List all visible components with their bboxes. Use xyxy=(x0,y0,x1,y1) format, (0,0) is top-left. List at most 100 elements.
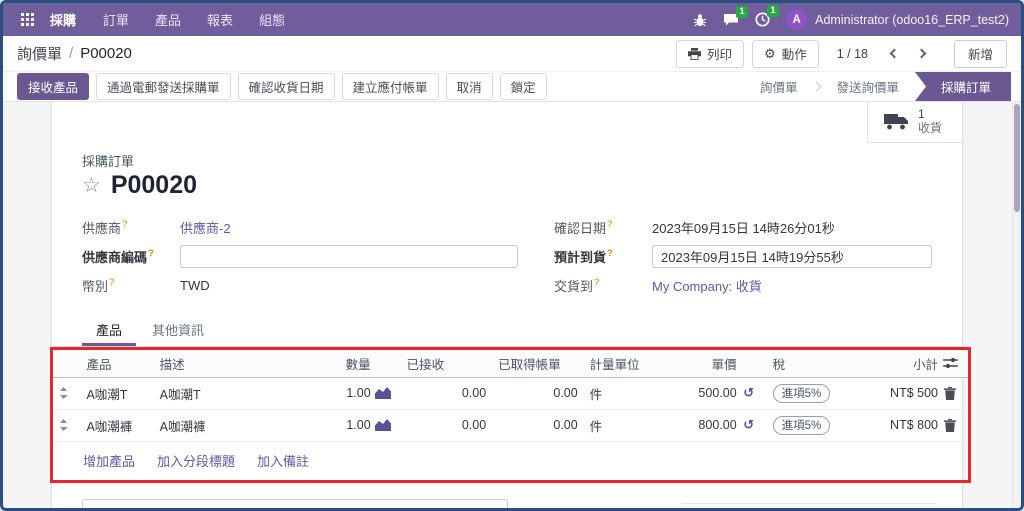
create-bill-button[interactable]: 建立應付帳單 xyxy=(341,73,439,100)
receive-products-button[interactable]: 接收產品 xyxy=(17,73,90,100)
user-label: Administrator (odoo16_ERP_test2) xyxy=(815,12,1009,27)
cell-uom[interactable]: 件 xyxy=(583,377,657,410)
planned-date-input[interactable] xyxy=(652,244,932,268)
forecast-chart-icon[interactable] xyxy=(371,387,395,400)
pager-next-icon[interactable] xyxy=(912,43,934,65)
confirm-receipt-date-button[interactable]: 確認收貨日期 xyxy=(237,73,335,100)
receipt-label: 收貨 xyxy=(917,120,942,135)
table-row[interactable]: A咖潮褲 A咖潮褲 1.00 0.00 0.00 件 800.00 進項5% N… xyxy=(53,409,968,442)
breadcrumb-separator: / xyxy=(69,45,74,62)
header-quantity[interactable]: 數量 xyxy=(290,349,401,378)
cell-unit-price[interactable]: 800.00 xyxy=(656,409,767,442)
scrollbar-thumb[interactable] xyxy=(1014,104,1020,212)
messages-icon[interactable]: 1 xyxy=(723,5,749,27)
apps-grid-icon[interactable] xyxy=(15,13,40,26)
app-menu-purchase[interactable]: 採購 xyxy=(40,10,90,29)
header-unit-price[interactable]: 單價 xyxy=(656,349,767,378)
delete-line-icon[interactable] xyxy=(938,386,962,400)
top-navbar: 採購 訂單 產品 報表 組態 1 1 A Administrator (odoo… xyxy=(3,3,1021,36)
cell-taxes[interactable]: 進項5% xyxy=(766,377,849,410)
delete-line-icon[interactable] xyxy=(938,418,962,432)
pager-previous-icon[interactable] xyxy=(882,43,904,65)
currency-value[interactable]: TWD xyxy=(180,278,210,293)
vendor-ref-label: 供應商編碼? xyxy=(82,248,154,265)
document-type-label: 採購訂單 xyxy=(82,153,135,169)
tax-tag[interactable]: 進項5% xyxy=(772,415,831,435)
table-row[interactable]: A咖潮T A咖潮T 1.00 0.00 0.00 件 500.00 進項5% N… xyxy=(53,377,968,410)
lock-button[interactable]: 鎖定 xyxy=(499,73,547,100)
tax-tag[interactable]: 進項5% xyxy=(772,383,831,403)
drag-handle-icon[interactable] xyxy=(59,387,74,400)
drag-handle-icon[interactable] xyxy=(59,419,74,432)
add-section-link[interactable]: 加入分段標題 xyxy=(157,451,235,470)
add-product-link[interactable]: 增加產品 xyxy=(83,451,135,470)
pager-value: 1 / 18 xyxy=(836,46,868,61)
terms-conditions-textarea[interactable] xyxy=(82,498,508,508)
right-field-group: 確認日期? 2023年09月15日 14時26分01秒 預計到貨? 交貨到? M… xyxy=(554,213,932,300)
confirm-date-value: 2023年09月15日 14時26分01秒 xyxy=(652,220,835,236)
activities-clock-icon[interactable]: 1 xyxy=(755,5,780,27)
breadcrumb-parent-link[interactable]: 詢價單 xyxy=(17,43,62,64)
cell-quantity[interactable]: 1.00 xyxy=(290,409,401,442)
cell-product[interactable]: A咖潮T xyxy=(80,377,154,410)
annotation-red-rectangle: 產品 描述 數量 已接收 已取得帳單 計量單位 單價 稅 小計 A咖潮T A咖潮… xyxy=(50,346,971,483)
action-label: 動作 xyxy=(781,48,807,62)
vendor-label: 供應商? xyxy=(82,219,128,236)
add-note-link[interactable]: 加入備註 xyxy=(257,451,309,470)
header-subtotal[interactable]: 小計 xyxy=(849,349,968,378)
vertical-scrollbar[interactable] xyxy=(1012,102,1021,508)
cell-billed[interactable]: 0.00 xyxy=(492,377,584,410)
step-purchase-order[interactable]: 採購訂單 xyxy=(914,72,1011,101)
price-history-icon[interactable] xyxy=(737,417,761,433)
cell-received[interactable]: 0.00 xyxy=(400,409,493,442)
cell-subtotal[interactable]: NT$ 800 xyxy=(849,409,968,442)
tab-other-info[interactable]: 其他資訊 xyxy=(138,314,218,346)
cancel-button[interactable]: 取消 xyxy=(445,73,493,100)
cell-billed[interactable]: 0.00 xyxy=(492,409,584,442)
totals-block: 未含稅金額: NT$ 1,300 營業稅: NT$ 65 xyxy=(681,502,936,508)
cell-uom[interactable]: 件 xyxy=(583,409,657,442)
cell-product[interactable]: A咖潮褲 xyxy=(80,409,154,442)
control-panel: 詢價單 / P00020 列印 動作 1 / 18 新增 xyxy=(3,36,1021,71)
header-uom[interactable]: 計量單位 xyxy=(583,349,657,378)
user-menu[interactable]: A Administrator (odoo16_ERP_test2) xyxy=(786,9,1009,30)
price-history-icon[interactable] xyxy=(737,385,761,401)
cell-taxes[interactable]: 進項5% xyxy=(766,409,849,442)
action-button[interactable]: 動作 xyxy=(752,39,819,68)
menu-orders[interactable]: 訂單 xyxy=(90,10,142,29)
step-rfq[interactable]: 詢價單 xyxy=(744,72,814,101)
vendor-value-link[interactable]: 供應商-2 xyxy=(180,218,231,237)
cell-description[interactable]: A咖潮T xyxy=(153,377,291,410)
tab-products[interactable]: 產品 xyxy=(82,314,137,346)
help-marker: ? xyxy=(109,277,115,289)
vendor-ref-input[interactable] xyxy=(180,244,518,268)
cell-quantity[interactable]: 1.00 xyxy=(290,377,401,410)
new-record-button[interactable]: 新增 xyxy=(953,39,1007,68)
header-received[interactable]: 已接收 xyxy=(400,349,493,378)
header-billed[interactable]: 已取得帳單 xyxy=(492,349,584,378)
deliver-to-label: 交貨到? xyxy=(554,277,600,294)
send-by-email-button[interactable]: 通過電郵發送採購單 xyxy=(96,73,231,100)
forecast-chart-icon[interactable] xyxy=(371,419,395,432)
favorite-star-icon[interactable] xyxy=(82,173,101,198)
header-description[interactable]: 描述 xyxy=(153,349,291,378)
cell-subtotal[interactable]: NT$ 500 xyxy=(849,377,968,410)
header-product[interactable]: 產品 xyxy=(80,349,154,378)
cell-description[interactable]: A咖潮褲 xyxy=(153,409,291,442)
gear-icon xyxy=(764,46,776,62)
cell-unit-price[interactable]: 500.00 xyxy=(656,377,767,410)
print-button[interactable]: 列印 xyxy=(676,39,745,68)
cell-received[interactable]: 0.00 xyxy=(400,377,493,410)
menu-products[interactable]: 產品 xyxy=(142,10,194,29)
help-marker: ? xyxy=(148,248,154,260)
order-lines-table: 產品 描述 數量 已接收 已取得帳單 計量單位 單價 稅 小計 A咖潮T A咖潮… xyxy=(53,349,968,442)
menu-reporting[interactable]: 報表 xyxy=(194,10,246,29)
deliver-to-value-link[interactable]: My Company: 收貨 xyxy=(652,276,762,295)
optional-columns-icon[interactable] xyxy=(938,357,962,369)
menu-configuration[interactable]: 組態 xyxy=(246,10,298,29)
debug-bug-icon[interactable] xyxy=(693,13,707,27)
step-rfq-sent[interactable]: 發送詢價單 xyxy=(820,72,915,101)
currency-label: 幣別? xyxy=(82,277,115,294)
receipt-smart-button[interactable]: 1 收貨 xyxy=(866,102,962,143)
header-taxes[interactable]: 稅 xyxy=(766,349,849,378)
